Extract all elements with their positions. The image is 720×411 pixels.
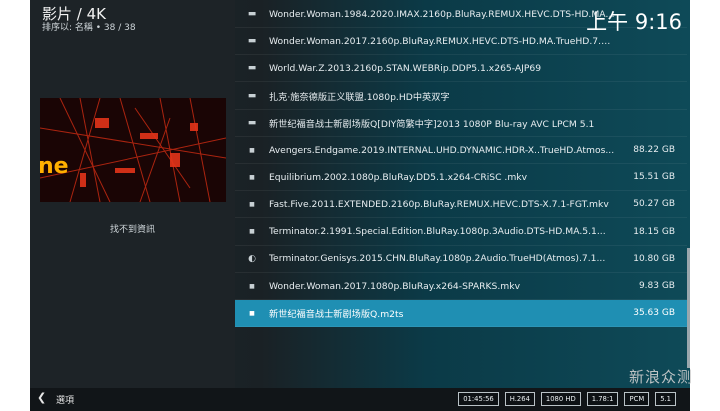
file-icon: ■ <box>249 146 255 154</box>
list-item-name: Wonder.Woman.2017.2160p.BluRay.REMUX.HEV… <box>269 35 615 47</box>
info-panel: 影片 / 4K 排序以: 名稱 • 38 / 38 ne 找不到資訊 <box>30 0 235 411</box>
list-item-name: Avengers.Endgame.2019.INTERNAL.UHD.DYNAM… <box>269 144 615 156</box>
list-item-name: 新世纪福音战士新剧场版Q[DIY简繁中字]2013 1080P Blu-ray … <box>269 118 595 130</box>
kodi-screen: 影片 / 4K 排序以: 名稱 • 38 / 38 ne 找不到資訊 上午 9:… <box>30 0 690 411</box>
list-item[interactable]: ■ Wonder.Woman.2017.1080p.BluRay.x264-SPA… <box>235 273 687 300</box>
media-flag: 1.78:1 <box>586 392 619 406</box>
file-icon: ■ <box>249 309 255 317</box>
footer-bar: ❮ 選項 01:45:56 H.264 1080 HD 1.78:1 PCM 5.1 <box>30 388 690 411</box>
list-item-name: World.War.Z.2013.2160p.STAN.WEBRip.DDP5.… <box>269 62 542 74</box>
list-item-name: Wonder.Woman.1984.2020.IMAX.2160p.BluRay… <box>269 8 615 20</box>
list-item[interactable]: ▬ 扎克·施奈德版正义联盟.1080p.HD中英双字 <box>235 83 687 110</box>
file-icon: ■ <box>249 282 255 290</box>
list-item-size: 50.27 GB <box>633 199 675 210</box>
media-flag: PCM <box>624 392 650 406</box>
list-item-size: 88.22 GB <box>633 145 675 155</box>
sort-info: 排序以: 名稱 • 38 / 38 <box>42 23 136 33</box>
list-item[interactable]: ■ Terminator.2.1991.Special.Edition.BluRa… <box>235 219 687 246</box>
list-item-name: Equilibrium.2002.1080p.BluRay.DD5.1.x264… <box>269 171 528 183</box>
file-icon: ■ <box>249 200 255 208</box>
list-item[interactable]: ▬ 新世纪福音战士新剧场版Q[DIY简繁中字]2013 1080P Blu-ray… <box>235 110 687 137</box>
list-item-size: 35.63 GB <box>633 308 675 319</box>
half-watched-icon: ◐ <box>248 253 256 264</box>
media-flag: 5.1 <box>655 392 676 406</box>
watermark-logo: 新浪众测 <box>629 368 694 386</box>
file-icon: ■ <box>249 228 255 236</box>
list-item-name: Terminator.2.1991.Special.Edition.BluRay… <box>269 226 606 238</box>
list-item-name: Fast.Five.2011.EXTENDED.2160p.BluRay.REM… <box>269 198 609 210</box>
file-list: 上午 9:16 ▬ Wonder.Woman.1984.2020.IMAX.216… <box>235 0 690 388</box>
list-item-name: Wonder.Woman.2017.1080p.BluRay.x264-SPAR… <box>269 280 521 292</box>
no-info-text: 找不到資訊 <box>109 225 155 235</box>
folder-icon: ▬ <box>247 63 257 74</box>
list-item[interactable]: ▬ Wonder.Woman.1984.2020.IMAX.2160p.BluRa… <box>235 1 687 28</box>
svg-text:ne: ne <box>40 154 69 179</box>
folder-icon: ▬ <box>247 36 257 47</box>
list-item-size: 9.83 GB <box>638 281 675 291</box>
media-flags: 01:45:56 H.264 1080 HD 1.78:1 PCM 5.1 <box>458 392 676 406</box>
list-item-name: 扎克·施奈德版正义联盟.1080p.HD中英双字 <box>269 91 450 103</box>
folder-icon: ▬ <box>247 9 257 19</box>
list-item[interactable]: ■ Fast.Five.2011.EXTENDED.2160p.BluRay.RE… <box>235 191 687 219</box>
list-item[interactable]: ◐ Terminator.Genisys.2015.CHN.BluRay.1080… <box>235 246 687 273</box>
list-item[interactable]: ▬ World.War.Z.2013.2160p.STAN.WEBRip.DDP5… <box>235 55 687 83</box>
folder-icon: ▬ <box>247 117 257 128</box>
preview-thumbnail: ne <box>40 98 226 202</box>
options-icon[interactable]: ❮ <box>37 391 46 404</box>
list-item-name: 新世纪福音战士新剧场版Q.m2ts <box>269 309 404 321</box>
media-flag: H.264 <box>504 392 535 406</box>
file-icon: ■ <box>249 173 255 181</box>
media-flag: 01:45:56 <box>458 392 499 406</box>
options-button[interactable]: 選項 <box>56 393 74 406</box>
list-item[interactable]: ▬ Wonder.Woman.2017.2160p.BluRay.REMUX.HE… <box>235 28 687 56</box>
list-item-name: Terminator.Genisys.2015.CHN.BluRay.1080p… <box>269 253 606 265</box>
list-item[interactable]: ■ Avengers.Endgame.2019.INTERNAL.UHD.DYNA… <box>235 137 687 164</box>
list-item[interactable]: ■ 新世纪福音战士新剧场版Q.m2ts 35.63 GB <box>235 300 687 328</box>
list-item-size: 18.15 GB <box>633 226 675 237</box>
list-item-size: 10.80 GB <box>633 253 675 264</box>
media-flag: 1080 HD <box>540 392 581 406</box>
folder-icon: ▬ <box>247 90 257 101</box>
list-item[interactable]: ■ Equilibrium.2002.1080p.BluRay.DD5.1.x26… <box>235 164 687 192</box>
scrollbar[interactable] <box>687 248 690 368</box>
list-item-size: 15.51 GB <box>633 172 675 183</box>
